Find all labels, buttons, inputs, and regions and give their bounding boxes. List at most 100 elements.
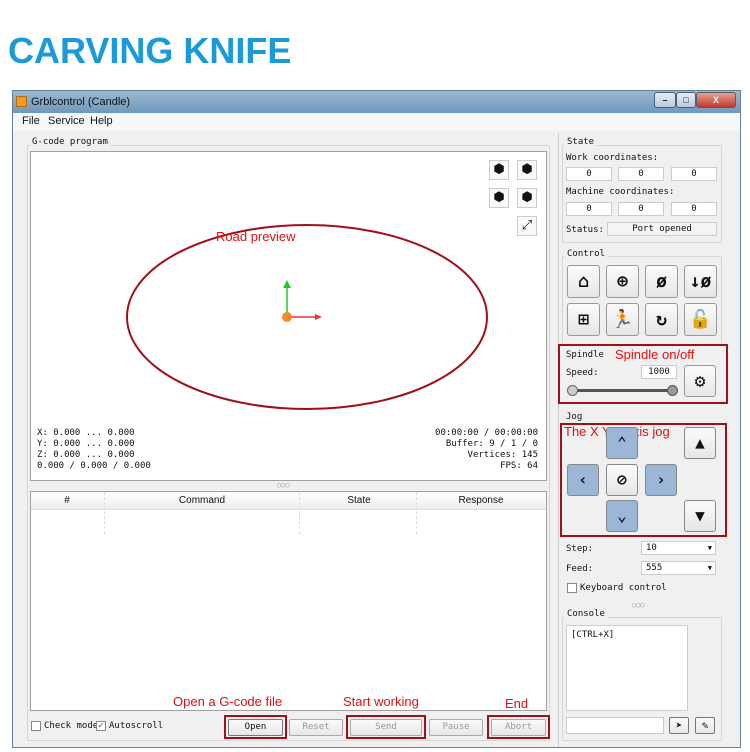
console-label: Console	[565, 609, 607, 619]
speed-input[interactable]: 1000	[641, 365, 677, 379]
work-coords-label: Work coordinates:	[566, 153, 659, 163]
col-number[interactable]: #	[64, 495, 70, 506]
splitter-handle[interactable]: ○○○	[277, 481, 290, 489]
close-button[interactable]: X	[696, 92, 736, 108]
zero-z-button[interactable]: ↓ø	[684, 265, 717, 298]
feed-select[interactable]: 555 ▼	[641, 561, 716, 575]
tool-position-marker	[282, 312, 292, 322]
annotation-end: End	[505, 696, 529, 711]
column-divider	[104, 492, 105, 534]
title-bar[interactable]: Grblcontrol (Candle) – □ X	[13, 91, 740, 113]
control-label: Control	[565, 249, 607, 259]
bounds-z: Z: 0.000 ... 0.000	[37, 450, 135, 460]
gcode-table[interactable]: # Command State Response	[30, 491, 547, 711]
spindle-toggle-button[interactable]: ⚙	[684, 365, 716, 397]
console-text: [CTRL+X]	[571, 630, 615, 640]
autoscroll-checkbox[interactable]: ✓	[96, 721, 106, 731]
size-info: 0.000 / 0.000 / 0.000	[37, 461, 151, 471]
view-front-button[interactable]: ⬢	[489, 188, 509, 208]
machine-y: 0	[618, 202, 664, 216]
machine-z: 0	[671, 202, 717, 216]
jog-z-minus-button[interactable]: ▼	[684, 500, 716, 532]
view-isometric-button[interactable]: ⬢	[489, 160, 509, 180]
step-select[interactable]: 10 ▼	[641, 541, 716, 555]
console-input[interactable]	[566, 717, 664, 734]
elapsed-time: 00:00:00 / 00:00:00	[435, 428, 538, 438]
col-response[interactable]: Response	[458, 495, 503, 506]
keyboard-control-checkbox[interactable]	[567, 583, 577, 593]
bounds-info: X: 0.000 ... 0.000 Y: 0.000 ... 0.000 Z:…	[37, 428, 151, 472]
work-x: 0	[566, 167, 612, 181]
bounds-y: Y: 0.000 ... 0.000	[37, 439, 135, 449]
restore-origin-button[interactable]: ⊞	[567, 303, 600, 336]
maximize-button[interactable]: □	[676, 92, 696, 108]
fit-view-button[interactable]: ⤢	[517, 216, 537, 236]
x-axis-arrow	[315, 314, 322, 320]
window-title: Grblcontrol (Candle)	[31, 96, 131, 108]
work-y: 0	[618, 167, 664, 181]
gcode-group-label: G-code program	[30, 137, 110, 147]
buffer-info: Buffer: 9 / 1 / 0	[445, 439, 538, 449]
pause-button[interactable]: Pause	[429, 719, 483, 736]
annotation-start: Start working	[343, 694, 419, 709]
clear-console-button[interactable]: ✎	[695, 717, 715, 734]
home-button[interactable]: ⌂	[567, 265, 600, 298]
abort-button[interactable]: Abort	[491, 719, 546, 736]
stats-info: 00:00:00 / 00:00:00 Buffer: 9 / 1 / 0 Ve…	[435, 428, 538, 472]
menu-service[interactable]: Service	[48, 115, 85, 127]
check-mode-checkbox[interactable]	[31, 721, 41, 731]
zero-xy-button[interactable]: ø	[645, 265, 678, 298]
status-value: Port opened	[607, 222, 717, 236]
column-divider	[299, 492, 300, 534]
spindle-label[interactable]: Spindle	[566, 350, 604, 360]
unlock-button[interactable]: 🔓	[684, 303, 717, 336]
col-command[interactable]: Command	[179, 495, 225, 506]
jog-stop-button[interactable]: ⊘	[606, 464, 638, 496]
keyboard-control-label: Keyboard control	[580, 583, 667, 593]
vertices-info: Vertices: 145	[467, 450, 538, 460]
jog-y-plus-button[interactable]: ⌃	[606, 427, 638, 459]
reset-button[interactable]: Reset	[289, 719, 343, 736]
status-label: Status:	[566, 225, 604, 235]
banner-title: CARVING KNIFE	[8, 30, 292, 71]
state-label: State	[565, 137, 597, 147]
chevron-down-icon: ▼	[707, 544, 712, 552]
machine-x: 0	[566, 202, 612, 216]
app-window: Grblcontrol (Candle) – □ X File Service …	[12, 90, 741, 748]
view-left-button[interactable]: ⬢	[517, 188, 537, 208]
col-state[interactable]: State	[347, 495, 370, 506]
minimize-button[interactable]: –	[654, 92, 676, 108]
safe-position-button[interactable]: 🏃	[606, 303, 639, 336]
speed-slider-handle[interactable]	[667, 385, 678, 396]
annotation-spindle: Spindle on/off	[615, 347, 695, 362]
jog-x-minus-button[interactable]: ‹	[567, 464, 599, 496]
menu-help[interactable]: Help	[90, 115, 113, 127]
column-divider	[416, 492, 417, 534]
work-z: 0	[671, 167, 717, 181]
reset-controller-button[interactable]: ↻	[645, 303, 678, 336]
open-button[interactable]: Open	[228, 719, 283, 736]
bounds-x: X: 0.000 ... 0.000	[37, 428, 135, 438]
y-axis-arrow	[283, 280, 291, 288]
speed-label: Speed:	[566, 368, 599, 378]
send-button[interactable]: Send	[350, 719, 422, 736]
menu-file[interactable]: File	[22, 115, 40, 127]
table-header: # Command State Response	[31, 492, 546, 510]
jog-y-minus-button[interactable]: ⌄	[606, 500, 638, 532]
jog-z-plus-button[interactable]: ▲	[684, 427, 716, 459]
console-splitter[interactable]: ○○○	[632, 601, 645, 609]
feed-label: Feed:	[566, 564, 594, 574]
annotation-road-preview: Road preview	[216, 229, 296, 244]
visualizer-viewport[interactable]: Road preview ⬢ ⬢ ⬢ ⬢ ⤢ X: 0.000 ... 0.00…	[30, 151, 547, 481]
step-label: Step:	[566, 544, 594, 554]
speed-slider-track[interactable]	[571, 389, 675, 392]
app-icon	[16, 96, 27, 107]
view-top-button[interactable]: ⬢	[517, 160, 537, 180]
autoscroll-label: Autoscroll	[109, 721, 164, 731]
jog-x-plus-button[interactable]: ›	[645, 464, 677, 496]
fps-info: FPS: 64	[500, 461, 538, 471]
console-output[interactable]: [CTRL+X]	[566, 625, 688, 711]
jog-label[interactable]: Jog	[566, 412, 582, 422]
probe-z-button[interactable]: ⊕	[606, 265, 639, 298]
send-command-button[interactable]: ➤	[669, 717, 689, 734]
